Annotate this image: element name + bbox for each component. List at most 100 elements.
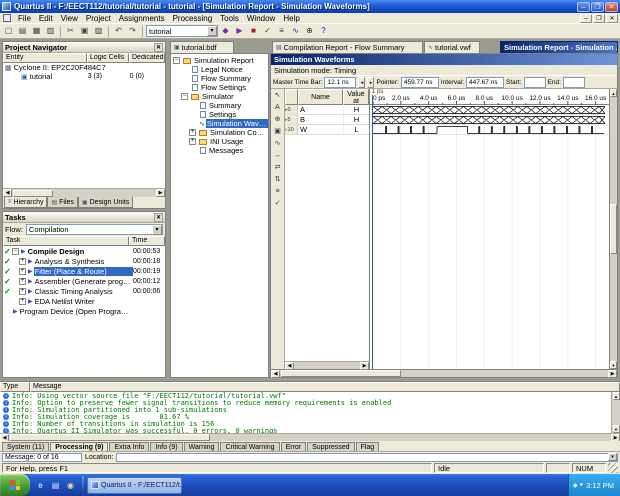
master-time-value[interactable]: 12.1 ns <box>324 76 357 88</box>
value-column-header[interactable]: Value at 12.1 ns <box>343 89 369 105</box>
time-step-forward-icon[interactable]: ▸ <box>367 76 375 88</box>
select-tool[interactable]: ↖ <box>272 91 284 102</box>
simulator-tool-icon[interactable]: ∿ <box>289 25 302 38</box>
tree-item[interactable]: Flow Summary <box>171 74 268 83</box>
expander-icon[interactable]: + <box>19 277 26 285</box>
assignment-editor-icon[interactable]: ✓ <box>261 25 274 38</box>
show-desktop-icon[interactable]: ▤ <box>49 479 62 492</box>
tab-tutorial-bdf[interactable]: ▣ tutorial.bdf <box>170 41 234 53</box>
copy-icon[interactable]: ▣ <box>78 25 91 38</box>
cut-icon[interactable]: ✂ <box>64 25 77 38</box>
scrollbar-thumb[interactable] <box>13 189 53 197</box>
full-screen-tool[interactable]: ▣ <box>272 127 284 138</box>
message-tab-error[interactable]: Error <box>280 442 307 451</box>
media-player-icon[interactable]: ◉ <box>64 479 77 492</box>
waveform-vscrollbar[interactable]: ▲ ▼ <box>609 89 617 369</box>
scroll-right-icon[interactable]: ▶ <box>156 189 165 197</box>
location-combo[interactable]: ▾ <box>116 452 618 462</box>
stop-processing-icon[interactable]: ■ <box>247 25 260 38</box>
message-tab-system-11-[interactable]: System (11) <box>2 442 50 451</box>
taskbar-app-button[interactable]: Quartus II - F:/EECT112/t... <box>87 476 182 494</box>
internet-explorer-icon[interactable]: e <box>34 479 47 492</box>
scroll-down-icon[interactable]: ▼ <box>610 361 617 369</box>
settings-icon[interactable]: ◆ <box>219 25 232 38</box>
start-compilation-icon[interactable]: ▶ <box>233 25 246 38</box>
expander-icon[interactable]: + <box>189 129 196 136</box>
message-tab-critical-warning[interactable]: Critical Warning <box>220 442 280 451</box>
column-header-1[interactable]: Logic Cells <box>87 53 129 63</box>
type-column-header[interactable]: Type <box>0 382 30 392</box>
combo-arrow-icon[interactable]: ▾ <box>207 26 217 36</box>
zoom-tool[interactable]: ⊕ <box>272 115 284 126</box>
task-column-header[interactable]: Task <box>3 236 129 246</box>
entity-row[interactable]: +▣tutorial3 (3)0 (0) <box>3 72 165 81</box>
scrollbar-thumb[interactable] <box>281 370 401 377</box>
tree-item[interactable]: ∿Simulation Waveforms <box>171 119 268 128</box>
project-combo[interactable]: tutorial ▾ <box>146 25 218 37</box>
flow-combo[interactable]: Compilation ▾ <box>25 224 163 235</box>
report-icon[interactable]: ≡ <box>275 25 288 38</box>
tab-hierarchy[interactable]: ≡ Hierarchy <box>4 197 48 208</box>
snap-to-grid-tool[interactable]: ✓ <box>272 199 284 210</box>
text-tool[interactable]: A <box>272 103 284 114</box>
tree-item[interactable]: + Simulation Coverage <box>171 128 268 137</box>
messages-vscrollbar[interactable]: ▲ ▼ <box>611 392 620 433</box>
close-panel-icon[interactable]: ✕ <box>154 42 163 52</box>
messages-hscrollbar[interactable]: ◀ ▶ <box>0 433 620 442</box>
waveform-trace-B[interactable] <box>370 115 609 125</box>
scroll-right-icon[interactable]: ▶ <box>608 369 617 378</box>
waveform-hscrollbar[interactable]: ◀ ▶ <box>271 369 617 378</box>
tree-item[interactable]: − Simulator <box>171 92 268 101</box>
save-icon[interactable]: ▦ <box>30 25 43 38</box>
column-header-2[interactable]: Dedicated Logic <box>129 53 165 63</box>
message-column-header[interactable]: Message <box>30 382 620 392</box>
menu-file[interactable]: File <box>14 14 35 23</box>
name-column-header[interactable]: Name <box>298 89 343 105</box>
menu-edit[interactable]: Edit <box>35 14 57 23</box>
start-button[interactable] <box>0 474 30 496</box>
waveform-trace-W[interactable] <box>370 125 609 135</box>
expander-icon[interactable]: + <box>189 138 196 145</box>
menu-project[interactable]: Project <box>82 14 115 23</box>
menu-tools[interactable]: Tools <box>216 14 243 23</box>
signal-row[interactable]: ▸ 5 B H <box>285 115 369 125</box>
tab-files[interactable]: ▤ Files <box>47 197 78 208</box>
menu-view[interactable]: View <box>57 14 82 23</box>
close-panel-icon[interactable]: ✕ <box>154 212 163 222</box>
time-ruler[interactable]: 1 ps 0 ps 2.0 us 4.0 us 6.0 us 8.0 us 10.0 us… <box>370 89 609 105</box>
redo-icon[interactable]: ↷ <box>126 25 139 38</box>
tab-simulation-report-active[interactable]: Simulation Report - Simulation ... <box>500 41 618 53</box>
tab-compilation-report[interactable]: ▤ Compilation Report - Flow Summary <box>272 41 423 53</box>
time-step-back-icon[interactable]: ◂ <box>358 76 366 88</box>
child-restore-button[interactable]: ❐ <box>593 13 605 23</box>
message-tab-extra-info[interactable]: Extra Info <box>109 442 150 451</box>
tray-status-icon[interactable]: ◆ <box>573 482 578 489</box>
expander-icon[interactable]: − <box>181 93 188 100</box>
tree-item[interactable]: Legal Notice <box>171 65 268 74</box>
waveform-plot[interactable]: 1 ps 0 ps 2.0 us 4.0 us 6.0 us 8.0 us 10.0 us… <box>370 89 609 369</box>
resize-grip[interactable] <box>608 463 618 473</box>
signal-row[interactable]: ▹ 10 W L <box>285 125 369 135</box>
menu-window[interactable]: Window <box>243 14 279 23</box>
signal-row[interactable]: ▸ 0 A H <box>285 105 369 115</box>
scrollbar-thumb[interactable] <box>10 434 210 441</box>
message-tab-flag[interactable]: Flag <box>355 442 380 451</box>
expander-icon[interactable]: − <box>12 247 19 255</box>
expander-icon[interactable]: + <box>19 267 26 275</box>
task-row[interactable]: ▶ Program Device (Open Programmer) <box>3 306 165 316</box>
task-row[interactable]: + ▶ EDA Netlist Writer <box>3 296 165 306</box>
restore-button[interactable]: ❐ <box>591 1 604 12</box>
undo-icon[interactable]: ↶ <box>112 25 125 38</box>
pan-horizontal-tool[interactable]: ↔ <box>272 151 284 162</box>
sort-tool[interactable]: ⇅ <box>272 175 284 186</box>
scroll-right-icon[interactable]: ▶ <box>360 361 369 370</box>
help-icon[interactable]: ? <box>317 25 330 38</box>
task-row[interactable]: ✓ +▶Assembler (Generate programming files… <box>3 276 165 286</box>
message-tab-processing-9-[interactable]: Processing (9) <box>50 442 109 451</box>
menu-processing[interactable]: Processing <box>169 14 217 23</box>
tree-item[interactable]: Settings <box>171 110 268 119</box>
waveform-trace-A[interactable] <box>370 105 609 115</box>
new-file-icon[interactable]: ▢ <box>2 25 15 38</box>
swap-tool[interactable]: ⇄ <box>272 163 284 174</box>
child-close-button[interactable]: ✕ <box>606 13 618 23</box>
